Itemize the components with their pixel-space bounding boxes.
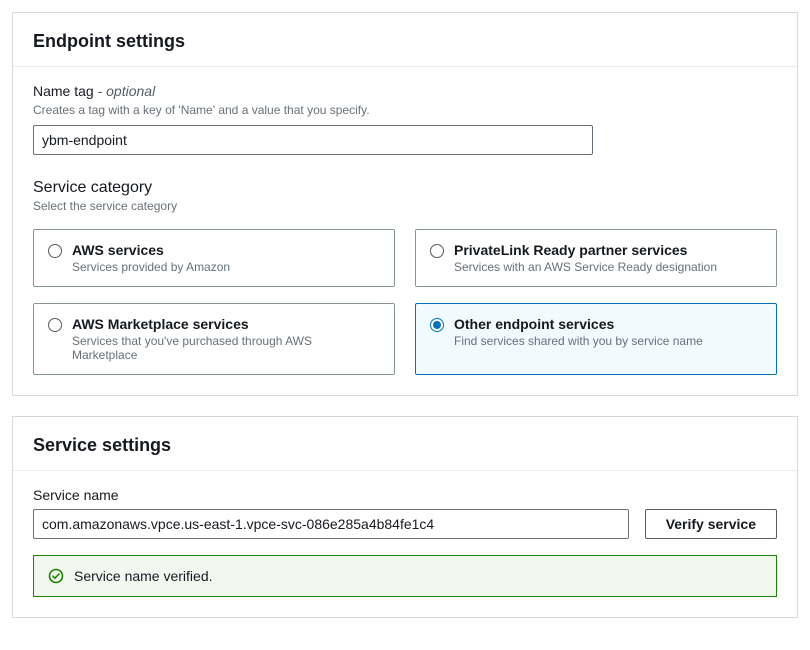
radio-icon <box>430 244 444 258</box>
radio-aws-services[interactable]: AWS services Services provided by Amazon <box>33 229 395 287</box>
check-circle-icon <box>48 568 64 584</box>
radio-title: AWS Marketplace services <box>72 316 380 332</box>
service-name-label: Service name <box>33 487 777 503</box>
radio-icon <box>430 318 444 332</box>
service-category-section: Service category Select the service cate… <box>33 179 777 375</box>
endpoint-settings-title: Endpoint settings <box>33 31 777 52</box>
radio-icon <box>48 318 62 332</box>
service-name-input[interactable] <box>33 509 629 539</box>
verified-message: Service name verified. <box>74 568 213 584</box>
radio-description: Services provided by Amazon <box>72 260 380 274</box>
verified-alert: Service name verified. <box>33 555 777 597</box>
radio-other-endpoint[interactable]: Other endpoint services Find services sh… <box>415 303 777 375</box>
service-settings-body: Service name Verify service Service name… <box>13 471 797 617</box>
radio-title: PrivateLink Ready partner services <box>454 242 762 258</box>
endpoint-settings-header: Endpoint settings <box>13 13 797 67</box>
radio-privatelink-ready[interactable]: PrivateLink Ready partner services Servi… <box>415 229 777 287</box>
verify-service-button[interactable]: Verify service <box>645 509 777 539</box>
radio-description: Find services shared with you by service… <box>454 334 762 348</box>
service-category-options: AWS services Services provided by Amazon… <box>33 229 777 375</box>
radio-aws-marketplace[interactable]: AWS Marketplace services Services that y… <box>33 303 395 375</box>
name-tag-input[interactable] <box>33 125 593 155</box>
name-tag-description: Creates a tag with a key of 'Name' and a… <box>33 103 777 117</box>
name-tag-label: Name tag <box>33 83 94 99</box>
service-settings-header: Service settings <box>13 417 797 471</box>
radio-title: Other endpoint services <box>454 316 762 332</box>
radio-description: Services with an AWS Service Ready desig… <box>454 260 762 274</box>
service-category-description: Select the service category <box>33 199 777 213</box>
service-settings-panel: Service settings Service name Verify ser… <box>12 416 798 618</box>
service-name-row: Verify service <box>33 509 777 539</box>
endpoint-settings-panel: Endpoint settings Name tag - optional Cr… <box>12 12 798 396</box>
radio-icon <box>48 244 62 258</box>
service-settings-title: Service settings <box>33 435 777 456</box>
radio-description: Services that you've purchased through A… <box>72 334 380 362</box>
service-category-title: Service category <box>33 179 777 197</box>
endpoint-settings-body: Name tag - optional Creates a tag with a… <box>13 67 797 395</box>
radio-title: AWS services <box>72 242 380 258</box>
name-tag-optional: - optional <box>94 83 155 99</box>
name-tag-label-row: Name tag - optional <box>33 83 777 99</box>
